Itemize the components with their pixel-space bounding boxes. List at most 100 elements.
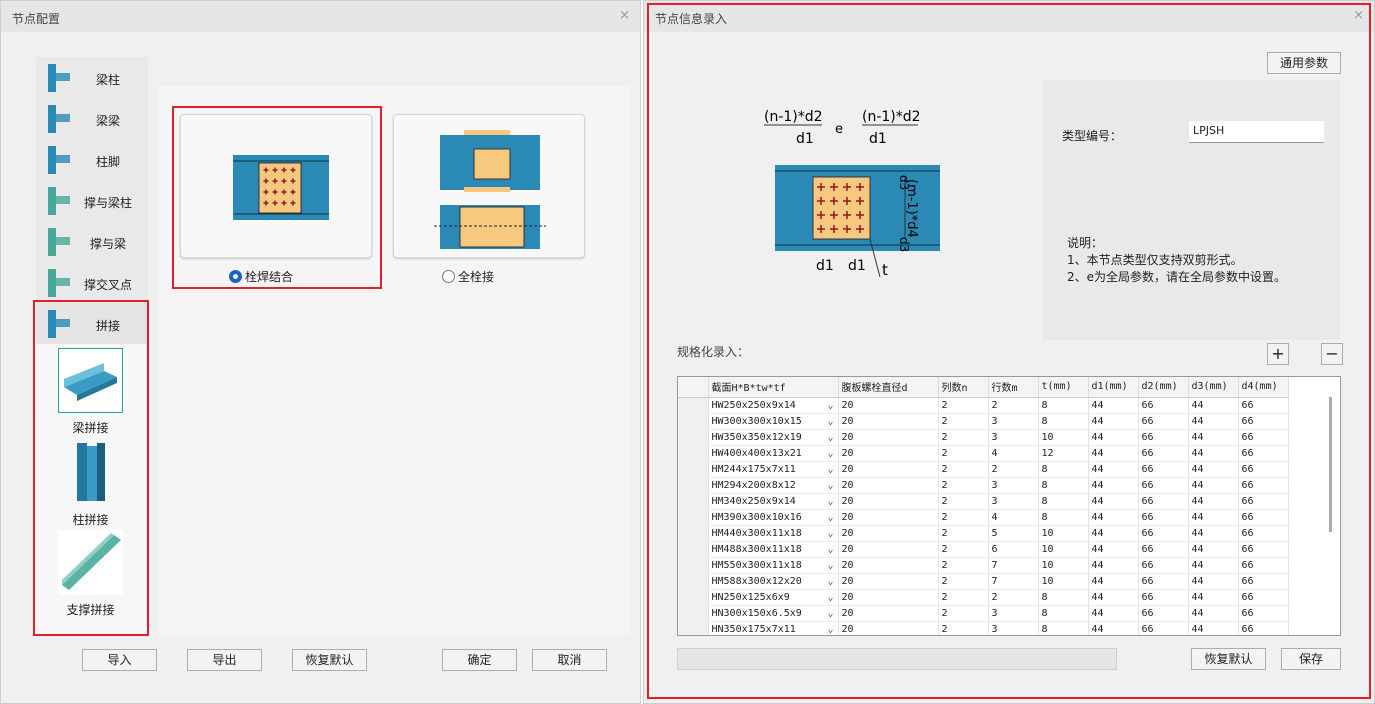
- section-select-cell[interactable]: HW350x350x12x19 ⌄: [708, 429, 839, 446]
- close-icon[interactable]: ×: [1353, 8, 1364, 23]
- column-header[interactable]: d3(mm): [1188, 377, 1239, 398]
- table-row[interactable]: HW400x400x13x21 ⌄ 20 2 4 12 44 66 44 66: [678, 445, 1289, 462]
- table-cell[interactable]: 66: [1138, 605, 1189, 622]
- table-row[interactable]: HM550x300x11x18 ⌄ 20 2 7 10 44 66 44 66: [678, 557, 1289, 574]
- table-row[interactable]: HM588x300x12x20 ⌄ 20 2 7 10 44 66 44 66: [678, 573, 1289, 590]
- table-cell[interactable]: 2: [938, 413, 989, 430]
- table-cell[interactable]: 6: [988, 541, 1039, 558]
- table-cell[interactable]: 20: [838, 477, 939, 494]
- table-cell[interactable]: 20: [838, 589, 939, 606]
- table-cell[interactable]: 66: [1138, 621, 1189, 635]
- section-select-cell[interactable]: HN300x150x6.5x9 ⌄: [708, 605, 839, 622]
- column-header[interactable]: d1(mm): [1088, 377, 1139, 398]
- section-select-cell[interactable]: HW250x250x9x14 ⌄: [708, 397, 839, 414]
- table-cell[interactable]: 2: [938, 573, 989, 590]
- table-cell[interactable]: 44: [1088, 461, 1139, 478]
- table-cell[interactable]: 2: [938, 541, 989, 558]
- export-button[interactable]: 导出: [187, 649, 262, 671]
- table-cell[interactable]: 66: [1138, 493, 1189, 510]
- table-cell[interactable]: 66: [1238, 397, 1289, 414]
- table-cell[interactable]: 66: [1238, 525, 1289, 542]
- table-row[interactable]: HW250x250x9x14 ⌄ 20 2 2 8 44 66 44 66: [678, 397, 1289, 414]
- sidebar-item-beam-beam[interactable]: 梁梁: [36, 98, 148, 139]
- radio-bolt-weld[interactable]: 栓焊结合: [229, 268, 293, 285]
- table-cell[interactable]: 66: [1138, 509, 1189, 526]
- chevron-down-icon[interactable]: ⌄: [827, 400, 833, 411]
- table-cell[interactable]: 44: [1088, 493, 1139, 510]
- table-cell[interactable]: 20: [838, 573, 939, 590]
- remove-row-button[interactable]: −: [1321, 343, 1343, 365]
- column-header[interactable]: 行数m: [988, 377, 1039, 398]
- table-cell[interactable]: 10: [1038, 429, 1089, 446]
- common-params-button[interactable]: 通用参数: [1267, 52, 1341, 74]
- section-select-cell[interactable]: HM550x300x11x18 ⌄: [708, 557, 839, 574]
- table-cell[interactable]: 66: [1238, 445, 1289, 462]
- table-cell[interactable]: 44: [1188, 573, 1239, 590]
- row-header[interactable]: [678, 445, 709, 462]
- table-cell[interactable]: 44: [1088, 397, 1139, 414]
- table-cell[interactable]: 4: [988, 509, 1039, 526]
- chevron-down-icon[interactable]: ⌄: [827, 480, 833, 491]
- row-header[interactable]: [678, 541, 709, 558]
- sidebar-item-brace-cross[interactable]: 撑交叉点: [36, 262, 148, 303]
- table-cell[interactable]: 44: [1188, 525, 1239, 542]
- row-header[interactable]: [678, 493, 709, 510]
- table-cell[interactable]: 66: [1238, 621, 1289, 635]
- chevron-down-icon[interactable]: ⌄: [827, 432, 833, 443]
- table-cell[interactable]: 2: [938, 397, 989, 414]
- table-scrollbar[interactable]: [1329, 397, 1332, 532]
- table-row[interactable]: HM390x300x10x16 ⌄ 20 2 4 8 44 66 44 66: [678, 509, 1289, 526]
- table-cell[interactable]: 3: [988, 477, 1039, 494]
- table-cell[interactable]: 44: [1088, 429, 1139, 446]
- table-cell[interactable]: 3: [988, 493, 1039, 510]
- table-cell[interactable]: 66: [1138, 525, 1189, 542]
- table-cell[interactable]: 2: [938, 525, 989, 542]
- table-cell[interactable]: 44: [1188, 621, 1239, 635]
- table-cell[interactable]: 8: [1038, 589, 1089, 606]
- table-cell[interactable]: 44: [1088, 573, 1139, 590]
- row-header[interactable]: [678, 605, 709, 622]
- table-cell[interactable]: 44: [1088, 509, 1139, 526]
- chevron-down-icon[interactable]: ⌄: [827, 512, 833, 523]
- import-button[interactable]: 导入: [82, 649, 157, 671]
- table-cell[interactable]: 66: [1238, 429, 1289, 446]
- table-row[interactable]: HM488x300x11x18 ⌄ 20 2 6 10 44 66 44 66: [678, 541, 1289, 558]
- table-cell[interactable]: 66: [1138, 429, 1189, 446]
- chevron-down-icon[interactable]: ⌄: [827, 608, 833, 619]
- table-cell[interactable]: 44: [1088, 621, 1139, 635]
- section-select-cell[interactable]: HM294x200x8x12 ⌄: [708, 477, 839, 494]
- table-cell[interactable]: 2: [938, 557, 989, 574]
- section-select-cell[interactable]: HM340x250x9x14 ⌄: [708, 493, 839, 510]
- column-header[interactable]: t(mm): [1038, 377, 1089, 398]
- section-select-cell[interactable]: HM440x300x11x18 ⌄: [708, 525, 839, 542]
- table-cell[interactable]: 8: [1038, 621, 1089, 635]
- table-row[interactable]: HM294x200x8x12 ⌄ 20 2 3 8 44 66 44 66: [678, 477, 1289, 494]
- table-cell[interactable]: 2: [988, 589, 1039, 606]
- radio-full-bolt[interactable]: 全栓接: [442, 268, 494, 285]
- table-cell[interactable]: 66: [1238, 605, 1289, 622]
- table-cell[interactable]: 66: [1238, 461, 1289, 478]
- cancel-button[interactable]: 取消: [532, 649, 607, 671]
- table-cell[interactable]: 44: [1188, 477, 1239, 494]
- ok-button[interactable]: 确定: [442, 649, 517, 671]
- row-header[interactable]: [678, 573, 709, 590]
- table-cell[interactable]: 44: [1088, 589, 1139, 606]
- table-cell[interactable]: 44: [1188, 413, 1239, 430]
- table-cell[interactable]: 2: [938, 461, 989, 478]
- table-row[interactable]: HM440x300x11x18 ⌄ 20 2 5 10 44 66 44 66: [678, 525, 1289, 542]
- table-cell[interactable]: 20: [838, 605, 939, 622]
- table-cell[interactable]: 66: [1138, 589, 1189, 606]
- row-header[interactable]: [678, 557, 709, 574]
- row-header[interactable]: [678, 429, 709, 446]
- table-cell[interactable]: 8: [1038, 461, 1089, 478]
- option-card-full-bolt[interactable]: [393, 114, 585, 258]
- table-cell[interactable]: 10: [1038, 525, 1089, 542]
- table-row[interactable]: HM244x175x7x11 ⌄ 20 2 2 8 44 66 44 66: [678, 461, 1289, 478]
- table-cell[interactable]: 20: [838, 413, 939, 430]
- table-cell[interactable]: 8: [1038, 397, 1089, 414]
- table-cell[interactable]: 44: [1188, 541, 1239, 558]
- table-cell[interactable]: 5: [988, 525, 1039, 542]
- column-header[interactable]: d2(mm): [1138, 377, 1189, 398]
- chevron-down-icon[interactable]: ⌄: [827, 624, 833, 635]
- sidebar-item-splice[interactable]: 拼接: [36, 303, 148, 344]
